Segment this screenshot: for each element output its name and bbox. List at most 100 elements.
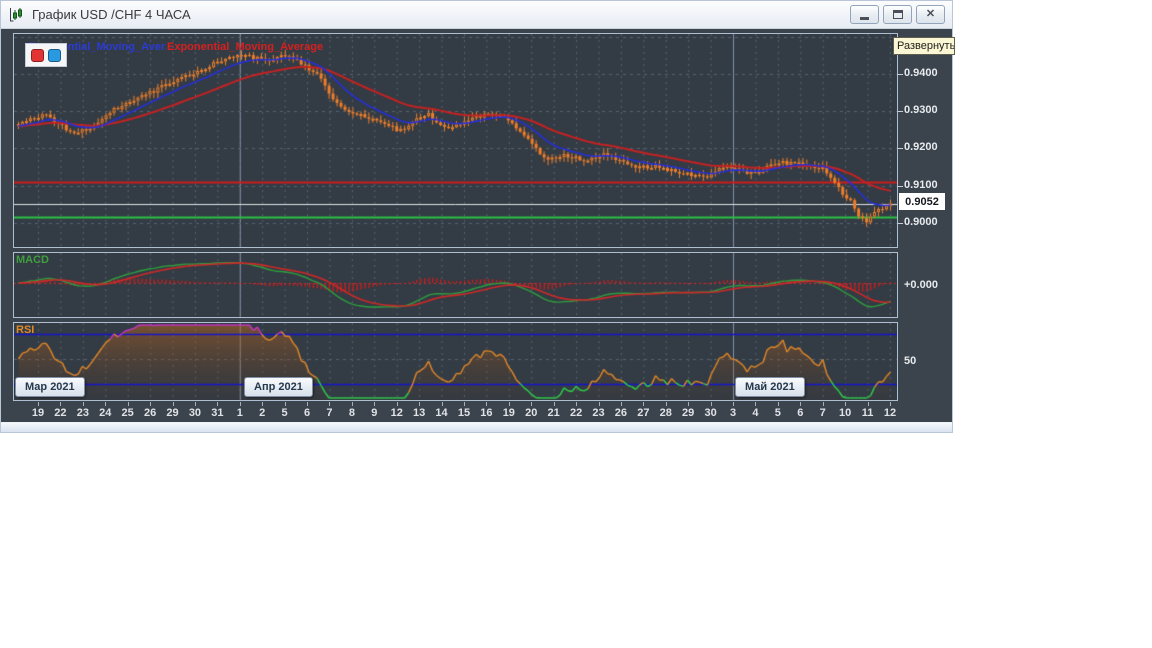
time-axis-tick <box>889 402 891 406</box>
price-axis-label: 0.9400 <box>904 67 938 79</box>
time-axis-tick <box>217 402 219 406</box>
time-axis-label: 25 <box>121 407 134 419</box>
time-axis-tick <box>643 402 645 406</box>
time-axis-label: 19 <box>502 407 515 419</box>
time-axis-tick <box>598 402 600 406</box>
app-icon <box>10 7 22 21</box>
time-axis-label: 15 <box>457 407 471 419</box>
time-axis-label: 3 <box>729 407 737 419</box>
time-axis-label: 9 <box>371 407 378 419</box>
time-axis-tick <box>867 402 869 406</box>
time-axis-tick <box>239 402 241 406</box>
time-axis-label: 19 <box>31 407 45 419</box>
price-axis-label: 0.9000 <box>904 215 938 228</box>
window-controls: ✕ <box>850 5 945 24</box>
time-axis-label: 5 <box>774 407 781 419</box>
indicator-red-button[interactable] <box>31 48 44 62</box>
time-axis-tick <box>822 402 824 406</box>
macd-canvas[interactable] <box>14 253 897 317</box>
time-axis-label: 12 <box>883 407 897 419</box>
time-axis-tick <box>710 402 712 406</box>
window-bottom-frame <box>1 422 952 432</box>
time-axis-label: 30 <box>704 407 717 419</box>
price-axis-tick <box>898 111 903 113</box>
rsi-mid-label: 50 <box>904 355 917 367</box>
time-axis[interactable]: 19 22 23 24 25 26 29 30 31 1 2 5 6 7 8 9 12 13 14 15 16 19 20 2… <box>13 402 898 422</box>
time-axis-label: 22 <box>569 407 583 419</box>
time-axis-label: 24 <box>99 407 112 419</box>
price-axis-tick <box>898 185 903 187</box>
time-axis-tick <box>688 402 690 406</box>
legend-ema-slow: Exponential_Moving_Average <box>167 41 324 53</box>
price-chart-canvas[interactable] <box>14 34 897 247</box>
time-axis-tick <box>486 402 488 406</box>
month-marker-mar: Мар 2021 <box>15 377 85 397</box>
macd-zero-label: +0.000 <box>904 279 938 291</box>
time-axis-label: 6 <box>797 407 804 419</box>
chart-area: Exponential_Moving_Average Exponential_M… <box>1 29 955 422</box>
maximize-button[interactable] <box>883 5 912 24</box>
time-axis-tick <box>845 402 847 406</box>
time-axis-tick <box>284 402 286 406</box>
month-marker-may: Май 2021 <box>735 377 805 397</box>
time-axis-label: 23 <box>76 407 89 419</box>
maximize-tooltip: Развернуть <box>893 37 955 55</box>
time-axis-tick <box>508 402 510 406</box>
time-axis-label: 1 <box>236 407 243 419</box>
price-axis-label: 0.9300 <box>904 104 938 117</box>
time-axis-tick <box>194 402 196 406</box>
time-axis-tick <box>531 402 533 406</box>
time-axis-label: 31 <box>211 407 224 419</box>
price-axis-label: 0.9100 <box>904 178 938 191</box>
maximize-icon <box>892 10 903 19</box>
time-axis-tick <box>620 402 622 406</box>
main-chart-panel: Exponential_Moving_Average Exponential_M… <box>13 33 898 248</box>
titlebar[interactable]: График USD /CHF 4 ЧАСА ✕ <box>1 1 952 29</box>
time-axis-tick <box>351 402 353 406</box>
time-axis-label: 28 <box>659 407 672 419</box>
time-axis-tick <box>105 402 107 406</box>
time-axis-tick <box>307 402 309 406</box>
time-axis-tick <box>463 402 465 406</box>
time-axis-tick <box>60 402 62 406</box>
time-axis-label: 26 <box>614 407 628 419</box>
indicator-blue-button[interactable] <box>48 48 61 62</box>
chart-window: График USD /CHF 4 ЧАСА ✕ Exponential_Mov… <box>0 0 955 433</box>
time-axis-tick <box>441 402 443 406</box>
time-axis-label: 27 <box>637 407 650 419</box>
time-axis-label: 14 <box>435 407 448 419</box>
close-button[interactable]: ✕ <box>916 5 945 24</box>
macd-label: MACD <box>16 254 49 266</box>
time-axis-tick <box>665 402 667 406</box>
time-axis-tick <box>127 402 129 406</box>
time-axis-label: 12 <box>390 407 403 419</box>
time-axis-tick <box>172 402 174 406</box>
time-axis-label: 10 <box>838 407 852 419</box>
minimize-button[interactable] <box>850 5 879 24</box>
price-axis-tick <box>898 148 903 150</box>
time-axis-label: 4 <box>752 407 759 419</box>
rsi-label: RSI <box>16 324 35 336</box>
time-axis-tick <box>800 402 802 406</box>
minimize-icon <box>860 17 869 20</box>
time-axis-label: 7 <box>326 407 333 419</box>
time-axis-label: 26 <box>143 407 157 419</box>
time-axis-tick <box>82 402 84 406</box>
time-axis-tick <box>576 402 578 406</box>
time-axis-label: 30 <box>188 407 202 419</box>
time-axis-label: 16 <box>480 407 493 419</box>
time-axis-label: 21 <box>547 407 560 419</box>
time-axis-tick <box>777 402 779 406</box>
month-marker-apr: Апр 2021 <box>244 377 313 397</box>
time-axis-label: 29 <box>166 407 179 419</box>
price-axis-label: 0.9200 <box>904 141 938 154</box>
time-axis-label: 8 <box>348 407 355 419</box>
window-title: График USD /CHF 4 ЧАСА <box>32 7 191 22</box>
time-axis-tick <box>38 402 39 406</box>
time-axis-label: 23 <box>592 407 605 419</box>
time-axis-tick <box>419 402 421 406</box>
time-axis-label: 2 <box>259 407 266 419</box>
time-axis-label: 13 <box>413 407 426 419</box>
time-axis-tick <box>553 402 555 406</box>
time-axis-tick <box>262 402 264 406</box>
